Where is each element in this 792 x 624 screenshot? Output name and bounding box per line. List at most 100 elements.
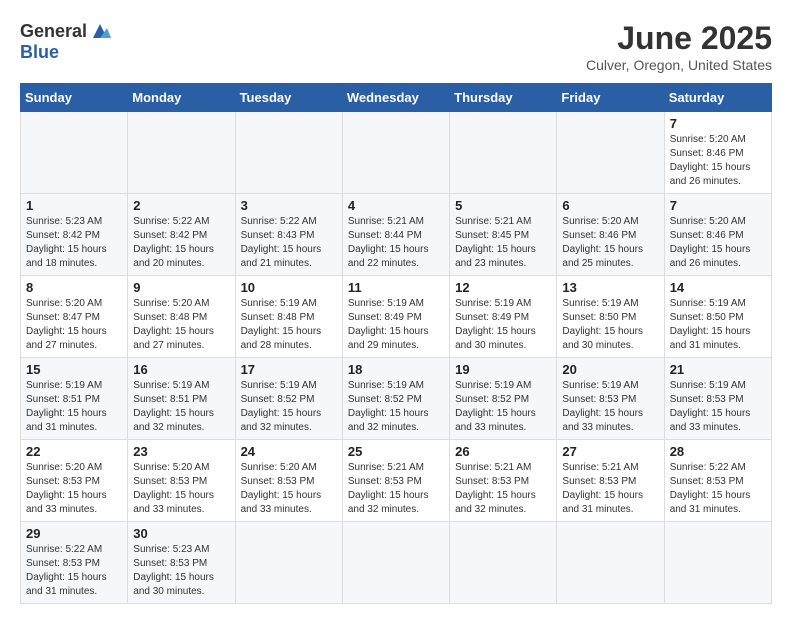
sunrise-text: Sunrise: 5:19 AM xyxy=(348,297,444,311)
logo-general-text: General xyxy=(20,21,87,42)
table-row xyxy=(235,522,342,604)
day-number: 14 xyxy=(670,280,766,295)
day-info: Sunrise: 5:19 AMSunset: 8:48 PMDaylight:… xyxy=(241,297,337,353)
col-wednesday: Wednesday xyxy=(342,84,449,112)
daylight-hours: Daylight: 15 hours xyxy=(26,407,122,421)
day-number: 30 xyxy=(133,526,229,541)
table-row: 8Sunrise: 5:20 AMSunset: 8:47 PMDaylight… xyxy=(21,276,128,358)
daylight-minutes: and 25 minutes. xyxy=(562,257,658,271)
table-row: 29Sunrise: 5:22 AMSunset: 8:53 PMDayligh… xyxy=(21,522,128,604)
table-row: 10Sunrise: 5:19 AMSunset: 8:48 PMDayligh… xyxy=(235,276,342,358)
day-number: 19 xyxy=(455,362,551,377)
sunrise-text: Sunrise: 5:19 AM xyxy=(26,379,122,393)
daylight-hours: Daylight: 15 hours xyxy=(241,325,337,339)
daylight-hours: Daylight: 15 hours xyxy=(455,407,551,421)
day-info: Sunrise: 5:19 AMSunset: 8:52 PMDaylight:… xyxy=(455,379,551,435)
day-info: Sunrise: 5:20 AMSunset: 8:46 PMDaylight:… xyxy=(670,215,766,271)
sunrise-text: Sunrise: 5:20 AM xyxy=(670,215,766,229)
day-info: Sunrise: 5:19 AMSunset: 8:53 PMDaylight:… xyxy=(562,379,658,435)
table-row: 18Sunrise: 5:19 AMSunset: 8:52 PMDayligh… xyxy=(342,358,449,440)
day-info: Sunrise: 5:21 AMSunset: 8:45 PMDaylight:… xyxy=(455,215,551,271)
day-number: 24 xyxy=(241,444,337,459)
day-number: 21 xyxy=(670,362,766,377)
sunrise-text: Sunrise: 5:19 AM xyxy=(133,379,229,393)
calendar-table: Sunday Monday Tuesday Wednesday Thursday… xyxy=(20,83,772,604)
logo: General Blue xyxy=(20,20,111,63)
daylight-minutes: and 26 minutes. xyxy=(670,257,766,271)
day-number: 17 xyxy=(241,362,337,377)
sunset-text: Sunset: 8:53 PM xyxy=(26,475,122,489)
table-row xyxy=(557,112,664,194)
daylight-minutes: and 31 minutes. xyxy=(26,585,122,599)
day-number: 28 xyxy=(670,444,766,459)
day-info: Sunrise: 5:20 AMSunset: 8:53 PMDaylight:… xyxy=(241,461,337,517)
sunset-text: Sunset: 8:46 PM xyxy=(562,229,658,243)
col-friday: Friday xyxy=(557,84,664,112)
calendar-header-row: Sunday Monday Tuesday Wednesday Thursday… xyxy=(21,84,772,112)
day-number: 15 xyxy=(26,362,122,377)
sunset-text: Sunset: 8:47 PM xyxy=(26,311,122,325)
daylight-minutes: and 32 minutes. xyxy=(348,503,444,517)
daylight-hours: Daylight: 15 hours xyxy=(670,243,766,257)
month-title: June 2025 xyxy=(586,20,772,57)
sunrise-text: Sunrise: 5:23 AM xyxy=(133,543,229,557)
table-row: 2Sunrise: 5:22 AMSunset: 8:42 PMDaylight… xyxy=(128,194,235,276)
daylight-hours: Daylight: 15 hours xyxy=(133,325,229,339)
table-row xyxy=(450,112,557,194)
daylight-minutes: and 18 minutes. xyxy=(26,257,122,271)
daylight-minutes: and 27 minutes. xyxy=(26,339,122,353)
logo-blue-text: Blue xyxy=(20,42,59,63)
sunrise-text: Sunrise: 5:19 AM xyxy=(241,297,337,311)
day-number: 22 xyxy=(26,444,122,459)
day-info: Sunrise: 5:20 AMSunset: 8:46 PMDaylight:… xyxy=(670,133,766,189)
day-info: Sunrise: 5:23 AMSunset: 8:42 PMDaylight:… xyxy=(26,215,122,271)
daylight-minutes: and 33 minutes. xyxy=(241,503,337,517)
daylight-minutes: and 29 minutes. xyxy=(348,339,444,353)
sunset-text: Sunset: 8:53 PM xyxy=(241,475,337,489)
sunset-text: Sunset: 8:53 PM xyxy=(670,393,766,407)
sunset-text: Sunset: 8:53 PM xyxy=(455,475,551,489)
daylight-hours: Daylight: 15 hours xyxy=(562,325,658,339)
table-row: 7Sunrise: 5:20 AMSunset: 8:46 PMDaylight… xyxy=(664,112,771,194)
daylight-minutes: and 30 minutes. xyxy=(455,339,551,353)
table-row: 14Sunrise: 5:19 AMSunset: 8:50 PMDayligh… xyxy=(664,276,771,358)
day-number: 16 xyxy=(133,362,229,377)
sunrise-text: Sunrise: 5:19 AM xyxy=(562,297,658,311)
sunset-text: Sunset: 8:45 PM xyxy=(455,229,551,243)
table-row: 19 Sunrise: 5:19 AMSunset: 8:52 PMDayligh… xyxy=(450,358,557,440)
table-row: 22Sunrise: 5:20 AMSunset: 8:53 PMDayligh… xyxy=(21,440,128,522)
daylight-hours: Daylight: 15 hours xyxy=(241,243,337,257)
day-info: Sunrise: 5:19 AMSunset: 8:51 PMDaylight:… xyxy=(26,379,122,435)
table-row xyxy=(342,112,449,194)
day-info: Sunrise: 5:19 AMSunset: 8:52 PMDaylight:… xyxy=(241,379,337,435)
daylight-hours: Daylight: 15 hours xyxy=(348,243,444,257)
table-row: 25Sunrise: 5:21 AMSunset: 8:53 PMDayligh… xyxy=(342,440,449,522)
day-info: Sunrise: 5:19 AMSunset: 8:52 PMDaylight:… xyxy=(348,379,444,435)
daylight-hours: Daylight: 15 hours xyxy=(670,325,766,339)
day-number: 3 xyxy=(241,198,337,213)
day-number: 4 xyxy=(348,198,444,213)
table-row: 12Sunrise: 5:19 AMSunset: 8:49 PMDayligh… xyxy=(450,276,557,358)
table-row: 15 Sunrise: 5:19 AMSunset: 8:51 PMDayligh… xyxy=(21,358,128,440)
sunset-text: Sunset: 8:49 PM xyxy=(455,311,551,325)
daylight-hours: Daylight: 15 hours xyxy=(670,407,766,421)
sunrise-text: Sunrise: 5:19 AM xyxy=(562,379,658,393)
sunrise-text: Sunrise: 5:21 AM xyxy=(348,461,444,475)
table-row: 6Sunrise: 5:20 AMSunset: 8:46 PMDaylight… xyxy=(557,194,664,276)
sunrise-text: Sunrise: 5:23 AM xyxy=(26,215,122,229)
day-number: 1 xyxy=(26,198,122,213)
table-row xyxy=(450,522,557,604)
col-sunday: Sunday xyxy=(21,84,128,112)
sunrise-text: Sunrise: 5:22 AM xyxy=(26,543,122,557)
day-number: 13 xyxy=(562,280,658,295)
daylight-hours: Daylight: 15 hours xyxy=(133,571,229,585)
daylight-hours: Daylight: 15 hours xyxy=(670,489,766,503)
col-monday: Monday xyxy=(128,84,235,112)
sunrise-text: Sunrise: 5:20 AM xyxy=(241,461,337,475)
table-row: 11Sunrise: 5:19 AMSunset: 8:49 PMDayligh… xyxy=(342,276,449,358)
col-tuesday: Tuesday xyxy=(235,84,342,112)
day-number: 9 xyxy=(133,280,229,295)
sunrise-text: Sunrise: 5:21 AM xyxy=(455,215,551,229)
day-number: 26 xyxy=(455,444,551,459)
sunrise-text: Sunrise: 5:20 AM xyxy=(133,297,229,311)
